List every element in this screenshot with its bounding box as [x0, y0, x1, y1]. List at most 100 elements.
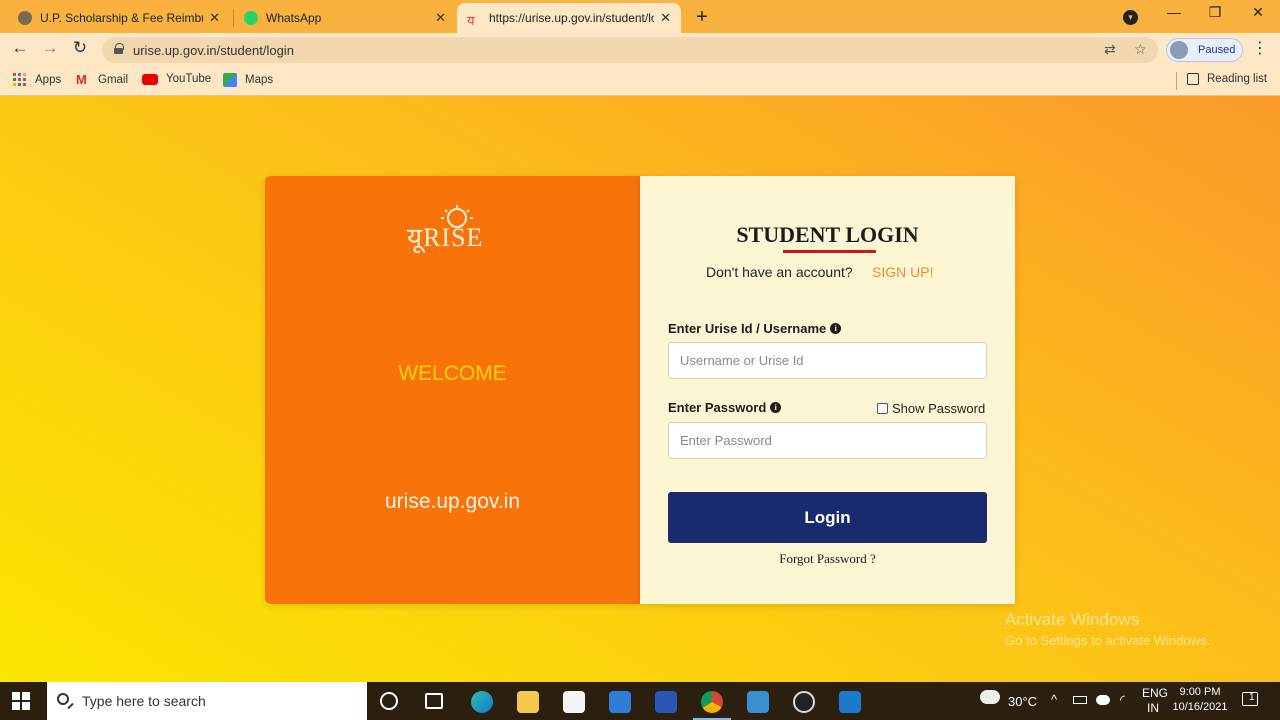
obs-icon[interactable] — [793, 691, 815, 713]
region-code: IN — [1147, 701, 1159, 715]
profile-status: Paused — [1198, 44, 1236, 56]
edge-icon[interactable] — [471, 691, 493, 713]
tab-search-icon[interactable]: ▾ — [1123, 10, 1138, 25]
browser-menu-icon[interactable]: ⋮ — [1252, 38, 1268, 58]
bookmark-label: Gmail — [98, 74, 129, 86]
page-background: यूRISE WELCOME urise.up.gov.in STUDENT L… — [0, 96, 1280, 682]
profile-button[interactable]: Paused — [1166, 38, 1243, 62]
tab-title: https://urise.up.gov.in/student/login — [489, 11, 654, 25]
bookmarks-bar: Apps M Gmail YouTube Maps Reading list — [0, 66, 1280, 96]
video-player-icon[interactable] — [839, 691, 861, 713]
logo-text: यूRISE — [407, 223, 484, 252]
task-view-icon[interactable] — [425, 693, 443, 709]
site-domain: urise.up.gov.in — [384, 490, 521, 513]
gmail-icon: M — [76, 72, 87, 87]
info-icon[interactable]: i — [830, 323, 842, 334]
reading-list-icon — [1187, 73, 1199, 85]
taskbar-search-box[interactable]: Type here to search — [47, 682, 367, 720]
login-button[interactable]: Login — [668, 492, 987, 543]
username-label-text: Enter Urise Id / Username — [668, 321, 827, 336]
page-title: STUDENT LOGIN — [736, 222, 919, 247]
clock-date: 10/16/2021 — [1172, 701, 1228, 713]
watermark-title: Activate Windows — [1005, 610, 1140, 629]
avatar — [1170, 41, 1188, 59]
store-icon[interactable] — [563, 691, 585, 713]
back-button[interactable]: ← — [9, 38, 31, 58]
bookmark-label: YouTube — [166, 73, 212, 85]
tab-title: WhatsApp — [266, 11, 322, 25]
youtube-icon — [142, 74, 158, 85]
lock-icon[interactable] — [114, 43, 124, 54]
reload-button[interactable]: ↻ — [69, 38, 91, 58]
tab-strip: U.P. Scholarship & Fee Reimbursement ✕ W… — [0, 0, 1280, 33]
address-url[interactable]: urise.up.gov.in/student/login — [133, 43, 294, 58]
windows-taskbar: Type here to search 30°C ^ ◜ ENG IN 9:00… — [0, 682, 1280, 720]
file-explorer-icon[interactable] — [517, 691, 539, 713]
bookmark-youtube[interactable]: YouTube — [142, 73, 211, 85]
password-label: Enter Password i — [668, 400, 782, 415]
close-tab-icon[interactable]: ✕ — [660, 10, 671, 26]
close-tab-icon[interactable]: ✕ — [435, 10, 446, 26]
title-underline — [783, 250, 876, 253]
bookmark-maps[interactable]: Maps — [223, 73, 273, 87]
username-label: Enter Urise Id / Username i — [668, 321, 842, 336]
bookmarks-divider — [1176, 72, 1177, 90]
show-password-toggle[interactable]: Show Password — [877, 401, 985, 416]
address-bar[interactable]: urise.up.gov.in/student/login ⇄ ☆ — [102, 37, 1158, 63]
welcome-panel: यूRISE WELCOME urise.up.gov.in — [265, 176, 640, 604]
tray-chevron-icon[interactable]: ^ — [1051, 692, 1057, 707]
tab-title: U.P. Scholarship & Fee Reimbursement — [40, 11, 203, 25]
activate-windows-watermark: Activate Windows Go to Settings to activ… — [1005, 610, 1210, 648]
reading-list-button[interactable]: Reading list — [1187, 73, 1267, 85]
urise-favicon-icon: य — [467, 13, 475, 28]
tab-scholarship[interactable]: U.P. Scholarship & Fee Reimbursement ✕ — [8, 3, 230, 33]
signup-link[interactable]: SIGN UP! — [872, 264, 933, 280]
forward-button[interactable]: → — [39, 38, 61, 58]
maximize-button[interactable]: ❐ — [1200, 4, 1230, 21]
password-input[interactable] — [668, 422, 987, 459]
system-clock[interactable]: 9:00 PM 10/16/2021 — [1170, 685, 1230, 715]
show-password-label: Show Password — [892, 401, 986, 416]
bookmark-label: Apps — [35, 74, 62, 86]
password-label-text: Enter Password — [668, 400, 767, 415]
whatsapp-icon — [244, 11, 258, 25]
battery-icon[interactable] — [1073, 696, 1087, 704]
account-prompt: Don't have an account? — [706, 264, 853, 280]
close-tab-icon[interactable]: ✕ — [209, 10, 220, 26]
new-tab-button[interactable]: + — [691, 6, 713, 29]
bookmark-label: Maps — [245, 74, 274, 86]
wifi-icon[interactable]: ◜ — [1120, 692, 1125, 708]
chrome-icon[interactable] — [701, 691, 723, 713]
search-placeholder: Type here to search — [82, 693, 206, 709]
tab-whatsapp[interactable]: WhatsApp ✕ — [234, 3, 456, 33]
translate-icon[interactable]: ⇄ — [1104, 41, 1116, 58]
close-window-button[interactable]: ✕ — [1243, 4, 1273, 21]
reading-list-label: Reading list — [1207, 73, 1268, 85]
photos-icon[interactable] — [747, 691, 769, 713]
notification-center-icon[interactable]: 1 — [1242, 692, 1258, 706]
username-input[interactable] — [668, 342, 987, 379]
bookmark-gmail[interactable]: M Gmail — [76, 73, 128, 87]
info-icon[interactable]: i — [770, 402, 782, 413]
urise-logo: यूRISE — [405, 204, 505, 264]
show-password-checkbox[interactable] — [877, 403, 888, 414]
forgot-password-link[interactable]: Forgot Password ? — [640, 551, 1015, 567]
cloud-icon[interactable] — [1096, 695, 1110, 705]
tab-urise-login[interactable]: य https://urise.up.gov.in/student/login … — [457, 3, 681, 33]
weather-icon[interactable] — [980, 690, 1000, 704]
cortana-icon[interactable] — [380, 692, 398, 710]
bookmark-apps[interactable]: Apps — [13, 73, 61, 87]
weather-temperature[interactable]: 30°C — [1008, 694, 1037, 709]
globe-icon — [18, 11, 32, 25]
clock-time: 9:00 PM — [1179, 686, 1221, 698]
minimize-button[interactable]: — — [1159, 4, 1189, 20]
notification-count: 1 — [1249, 692, 1255, 703]
apps-grid-icon — [13, 73, 27, 87]
language-indicator[interactable]: ENG IN — [1142, 686, 1168, 716]
login-panel: STUDENT LOGIN Don't have an account? SIG… — [640, 176, 1015, 604]
pinned-app-icon[interactable] — [655, 691, 677, 713]
bookmark-star-icon[interactable]: ☆ — [1134, 41, 1147, 58]
maps-icon — [223, 73, 237, 87]
windows-start-icon[interactable] — [12, 692, 30, 710]
mail-icon[interactable] — [609, 691, 631, 713]
